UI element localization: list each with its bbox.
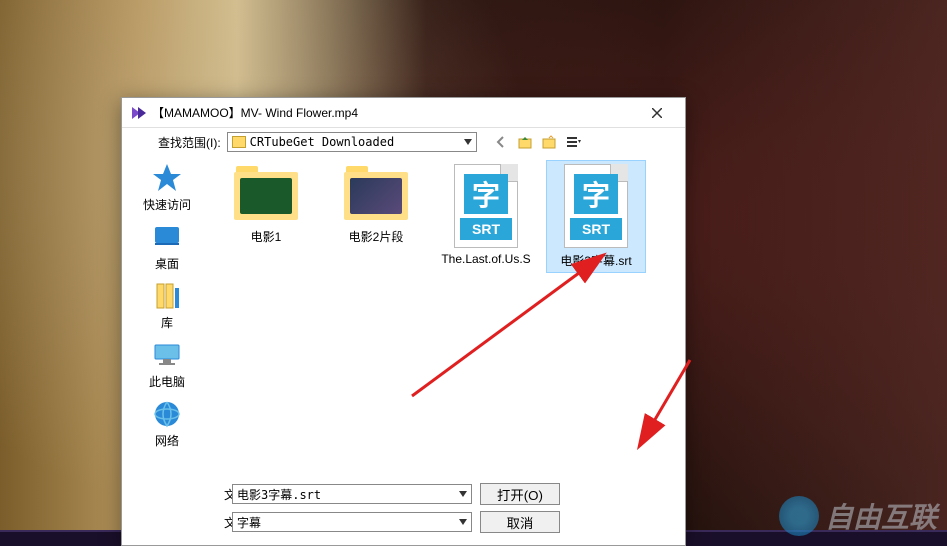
sidebar-item-quick-access[interactable]: 快速访问 xyxy=(143,162,191,213)
filetype-label: 文件类型(T): xyxy=(134,514,224,531)
close-icon xyxy=(652,108,662,118)
watermark: 自由互联 xyxy=(779,496,937,536)
folder-icon xyxy=(230,164,302,224)
open-button[interactable]: 打开(O) xyxy=(480,483,560,505)
back-button[interactable] xyxy=(491,132,511,152)
folder-item[interactable]: 电影2片段 xyxy=(326,160,426,249)
folder-icon xyxy=(340,164,412,224)
srt-file-icon: 字 SRT xyxy=(560,164,632,248)
filename-input[interactable]: 电影3字幕.srt xyxy=(232,484,472,504)
places-sidebar: 快速访问 桌面 库 此电脑 网络 xyxy=(122,156,212,475)
file-list[interactable]: 电影1 电影2片段 字 SRT The.Last.of.Us.S 字 SRT xyxy=(212,156,685,475)
titlebar: 【MAMAMOO】MV- Wind Flower.mp4 xyxy=(122,98,685,128)
look-in-label: 查找范围(I): xyxy=(130,134,221,151)
chevron-down-icon xyxy=(459,519,467,525)
srt-file-item-selected[interactable]: 字 SRT 电影3字幕.srt xyxy=(546,160,646,273)
bottom-controls: 文件名(N): 电影3字幕.srt 打开(O) 文件类型(T): 字幕 取消 xyxy=(122,475,685,545)
sidebar-item-library[interactable]: 库 xyxy=(151,280,183,331)
look-in-combo[interactable]: CRTubeGet Downloaded xyxy=(227,132,477,152)
new-folder-button[interactable] xyxy=(539,132,559,152)
cancel-button[interactable]: 取消 xyxy=(480,511,560,533)
window-title: 【MAMAMOO】MV- Wind Flower.mp4 xyxy=(152,104,637,121)
look-in-value: CRTubeGet Downloaded xyxy=(250,135,464,149)
sidebar-item-desktop[interactable]: 桌面 xyxy=(151,221,183,272)
srt-file-icon: 字 SRT xyxy=(450,164,522,248)
sidebar-item-network[interactable]: 网络 xyxy=(151,398,183,449)
chevron-down-icon xyxy=(459,491,467,497)
look-in-bar: 查找范围(I): CRTubeGet Downloaded xyxy=(122,128,685,156)
folder-item[interactable]: 电影1 xyxy=(216,160,316,249)
srt-file-item[interactable]: 字 SRT The.Last.of.Us.S xyxy=(436,160,536,270)
watermark-icon xyxy=(779,496,819,536)
sidebar-item-this-pc[interactable]: 此电脑 xyxy=(149,339,185,390)
file-open-dialog: 【MAMAMOO】MV- Wind Flower.mp4 查找范围(I): CR… xyxy=(121,97,686,546)
filetype-select[interactable]: 字幕 xyxy=(232,512,472,532)
filename-label: 文件名(N): xyxy=(134,486,224,503)
app-icon xyxy=(130,105,146,121)
chevron-down-icon xyxy=(464,139,472,145)
folder-icon xyxy=(232,136,246,148)
view-menu-button[interactable] xyxy=(563,132,583,152)
up-folder-button[interactable] xyxy=(515,132,535,152)
close-button[interactable] xyxy=(637,99,677,127)
